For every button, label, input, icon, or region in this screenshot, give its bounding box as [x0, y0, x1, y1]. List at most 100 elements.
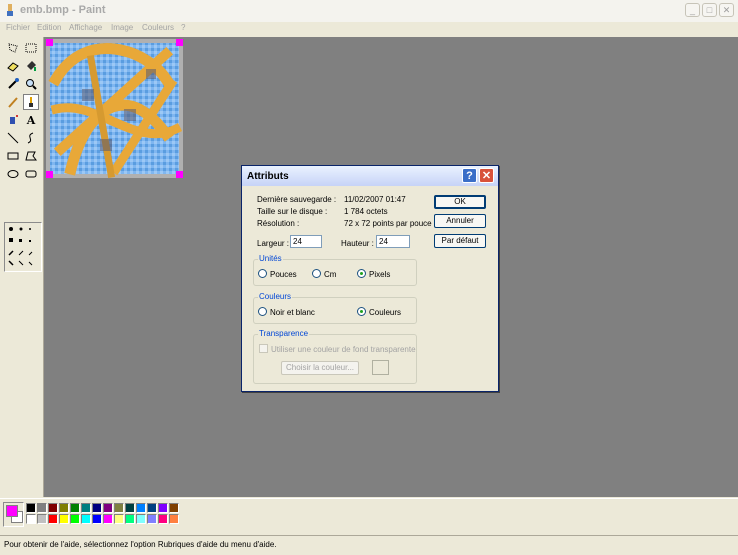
dialog-close-button[interactable]: ✕: [479, 168, 494, 183]
default-button[interactable]: Par défaut: [434, 234, 486, 248]
width-field[interactable]: 24: [290, 235, 322, 248]
disk-size-label: Taille sur le disque :: [257, 207, 328, 216]
menu-fichier[interactable]: Fichier: [6, 23, 30, 32]
color-swatch[interactable]: [26, 514, 36, 524]
radio-pixels[interactable]: [357, 269, 366, 278]
radio-pouces[interactable]: [258, 269, 267, 278]
units-group: Unités Pouces Cm Pixels: [253, 254, 417, 286]
current-colors: [3, 502, 24, 527]
last-saved-label: Dernière sauvegarde :: [257, 195, 337, 204]
color-swatch[interactable]: [37, 503, 47, 513]
height-label: Hauteur :: [341, 239, 374, 248]
transparency-checkbox-label: Utiliser une couleur de fond transparent…: [271, 345, 416, 354]
dialog-title-bar: Attributs ? ✕: [242, 166, 498, 186]
close-button[interactable]: ✕: [719, 3, 734, 17]
transparency-group: Transparence Utiliser une couleur de fon…: [253, 329, 417, 384]
rect-select-icon[interactable]: [23, 40, 39, 56]
fill-icon[interactable]: [23, 58, 39, 74]
choose-color-button[interactable]: Choisir la couleur...: [281, 361, 359, 375]
transparency-title: Transparence: [258, 329, 310, 338]
color-swatch[interactable]: [92, 503, 102, 513]
foreground-color: [6, 505, 18, 517]
color-swatch[interactable]: [147, 514, 157, 524]
color-swatch[interactable]: [81, 514, 91, 524]
disk-size-value: 1 784 octets: [344, 207, 388, 216]
rectangle-icon[interactable]: [5, 148, 21, 164]
magnifier-icon[interactable]: [23, 76, 39, 92]
ellipse-icon[interactable]: [5, 166, 21, 182]
pencil-icon[interactable]: [5, 94, 21, 110]
brush-icon[interactable]: [23, 94, 39, 110]
color-swatch[interactable]: [125, 503, 135, 513]
color-swatch[interactable]: [59, 514, 69, 524]
menu-image[interactable]: Image: [111, 23, 133, 32]
color-swatch[interactable]: [136, 514, 146, 524]
resolution-label: Résolution :: [257, 219, 300, 228]
color-swatch[interactable]: [103, 503, 113, 513]
curve-icon[interactable]: [23, 130, 39, 146]
color-swatch[interactable]: [70, 514, 80, 524]
radio-label-pouces: Pouces: [270, 270, 297, 279]
colors-title: Couleurs: [258, 292, 293, 301]
color-swatch[interactable]: [70, 503, 80, 513]
tool-options-panel[interactable]: [4, 222, 42, 272]
line-icon[interactable]: [5, 130, 21, 146]
transparency-checkbox[interactable]: [259, 344, 268, 353]
text-icon[interactable]: A: [23, 112, 39, 128]
color-swatch[interactable]: [59, 503, 69, 513]
free-select-icon[interactable]: [5, 40, 21, 56]
help-button[interactable]: ?: [462, 168, 477, 183]
color-swatch[interactable]: [103, 514, 113, 524]
polygon-icon[interactable]: [23, 148, 39, 164]
color-swatch[interactable]: [136, 503, 146, 513]
attributes-dialog: Attributs ? ✕ Dernière sauvegarde : 11/0…: [241, 165, 499, 392]
resize-handle[interactable]: [46, 39, 53, 46]
rounded-rectangle-icon[interactable]: [23, 166, 39, 182]
last-saved-value: 11/02/2007 01:47: [344, 195, 406, 204]
menu-help[interactable]: ?: [181, 23, 185, 32]
eraser-icon[interactable]: [5, 58, 21, 74]
color-swatch[interactable]: [114, 503, 124, 513]
airbrush-icon[interactable]: [5, 112, 21, 128]
color-swatch[interactable]: [125, 514, 135, 524]
color-swatch[interactable]: [26, 503, 36, 513]
color-swatch[interactable]: [114, 514, 124, 524]
menu-edition[interactable]: Edition: [37, 23, 61, 32]
resize-handle[interactable]: [46, 171, 53, 178]
radio-label-noir-et-blanc: Noir et blanc: [270, 308, 315, 317]
color-swatch[interactable]: [48, 514, 58, 524]
title-bar: emb.bmp - Paint _ □ ✕: [0, 0, 738, 23]
color-picker-icon[interactable]: [5, 76, 21, 92]
color-swatch[interactable]: [147, 503, 157, 513]
menu-bar: Fichier Edition Affichage Image Couleurs…: [0, 22, 738, 36]
transparent-color-swatch: [372, 360, 389, 375]
width-label: Largeur :: [257, 239, 290, 248]
radio-noir-et-blanc[interactable]: [258, 307, 267, 316]
paint-app-icon: [3, 3, 17, 17]
color-palette: [26, 503, 196, 525]
colors-group: Couleurs Noir et blanc Couleurs: [253, 292, 417, 324]
height-field[interactable]: 24: [376, 235, 410, 248]
status-bar: Pour obtenir de l'aide, sélectionnez l'o…: [0, 535, 738, 555]
color-swatch[interactable]: [158, 503, 168, 513]
color-swatch[interactable]: [37, 514, 47, 524]
color-swatch[interactable]: [169, 503, 179, 513]
image-canvas[interactable]: [46, 39, 183, 178]
maximize-button[interactable]: □: [702, 3, 717, 17]
resize-handle[interactable]: [176, 39, 183, 46]
color-swatch[interactable]: [81, 503, 91, 513]
ok-button[interactable]: OK: [434, 195, 486, 209]
color-swatch[interactable]: [169, 514, 179, 524]
minimize-button[interactable]: _: [685, 3, 700, 17]
cancel-button[interactable]: Annuler: [434, 214, 486, 228]
color-swatch[interactable]: [92, 514, 102, 524]
menu-couleurs[interactable]: Couleurs: [142, 23, 174, 32]
window-title: emb.bmp - Paint: [20, 4, 106, 16]
resize-handle[interactable]: [176, 171, 183, 178]
toolbox: A: [0, 37, 44, 497]
radio-cm[interactable]: [312, 269, 321, 278]
color-swatch[interactable]: [158, 514, 168, 524]
color-swatch[interactable]: [48, 503, 58, 513]
radio-couleurs[interactable]: [357, 307, 366, 316]
menu-affichage[interactable]: Affichage: [69, 23, 102, 32]
